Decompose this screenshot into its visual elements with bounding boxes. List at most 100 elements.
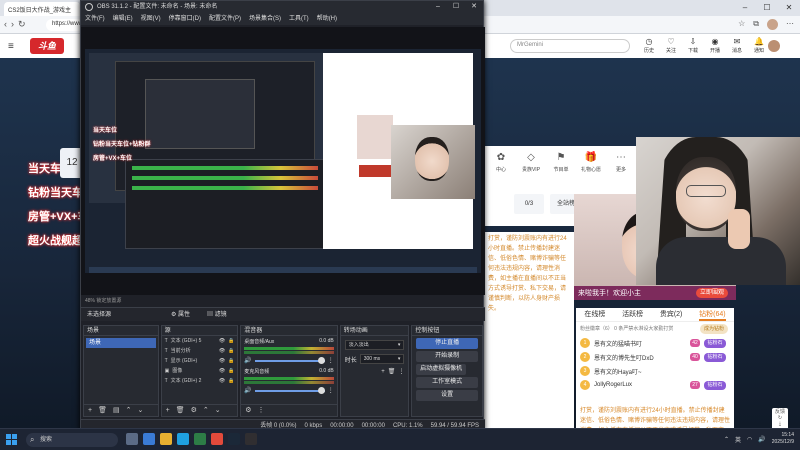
browser-tab[interactable]: CS2饭日大作战_游戏主 — [4, 2, 80, 16]
watch-button[interactable]: 立即围观 — [695, 288, 728, 298]
zoom-label: 48% 锁定放置源 — [85, 298, 122, 304]
feature-item[interactable]: ⋯ 更多 — [608, 152, 634, 173]
menu-help[interactable]: 帮助(H) — [317, 13, 337, 25]
volume-slider[interactable] — [254, 356, 325, 364]
minimize-icon[interactable]: – — [734, 0, 756, 16]
profile-avatar[interactable] — [767, 19, 778, 30]
tab-vip[interactable]: 贵宾(2) — [660, 308, 683, 321]
tab-active[interactable]: 活跃榜 — [622, 308, 643, 321]
rank-row[interactable]: 4 JollyRogerLux 27 钻粉石 — [576, 378, 734, 392]
steam-icon[interactable] — [228, 433, 240, 445]
source-item[interactable]: T 文本 (GDI+) 5 👁 🔒 — [162, 336, 238, 346]
more-icon[interactable]: ⋮ — [328, 387, 334, 394]
more-icon[interactable]: ⋮ — [398, 368, 404, 375]
task-view-icon[interactable] — [126, 433, 138, 445]
gear-icon[interactable]: ⚙ — [191, 405, 197, 416]
message-icon[interactable]: ✉ 消息 — [728, 37, 746, 54]
site-search-input[interactable]: MrGemini — [510, 39, 630, 53]
clock[interactable]: 15:14 2025/12/9 — [772, 432, 794, 446]
close-icon[interactable]: ✕ — [465, 1, 483, 13]
tray-chevron-icon[interactable]: ⌃ — [724, 436, 729, 443]
menu-view[interactable]: 视图(V) — [141, 13, 161, 25]
more-icon[interactable]: ⋮ — [258, 405, 265, 416]
rank-row[interactable]: 1 恩有文的猛喵书叮 42 钻粉石 — [576, 336, 734, 350]
tab-online[interactable]: 在线榜 — [584, 308, 605, 321]
obs-icon[interactable] — [245, 433, 257, 445]
properties-button[interactable]: ⚙ 属性 — [171, 310, 190, 320]
menu-icon[interactable]: ≡ — [8, 41, 14, 52]
store-icon[interactable] — [194, 433, 206, 445]
file-explorer-icon[interactable] — [160, 433, 172, 445]
feature-item[interactable]: 🎁 礼物心愿 — [578, 152, 604, 173]
speaker-icon[interactable]: 🔊 — [244, 387, 251, 394]
delete-icon[interactable]: 🗑 — [98, 405, 107, 416]
transition-select[interactable]: 淡入淡出 — [344, 340, 405, 350]
site-logo[interactable]: 斗鱼 — [30, 38, 64, 54]
wifi-icon[interactable]: ◠ — [747, 436, 752, 443]
edge-icon[interactable] — [177, 433, 189, 445]
feature-item[interactable]: ⚑ 节目单 — [548, 152, 574, 173]
stop-streaming-button[interactable]: 停止直播 — [416, 338, 478, 349]
ime-lang[interactable]: 英 — [735, 435, 741, 444]
maximize-icon[interactable]: ☐ — [756, 0, 778, 16]
menu-file[interactable]: 文件(F) — [85, 13, 105, 25]
menu-icon[interactable]: ⋯ — [786, 19, 794, 30]
filters-button[interactable]: ▤ 滤镜 — [207, 310, 227, 320]
text-icon: T — [164, 338, 168, 344]
taskbar-search[interactable]: 搜索 — [26, 433, 118, 447]
feature-counter[interactable]: 0/3 — [514, 194, 544, 214]
add-icon[interactable]: + — [88, 405, 92, 416]
down-icon[interactable]: ⌄ — [215, 405, 221, 416]
filter-icon[interactable]: ▤ — [113, 405, 120, 416]
menu-scene-collection[interactable]: 场景集合(S) — [249, 13, 281, 25]
settings-button[interactable]: 设置 — [416, 390, 478, 401]
studio-mode-button[interactable]: 工作室模式 — [416, 377, 478, 388]
follow-icon[interactable]: ♡ 关注 — [662, 37, 680, 54]
tab-fans[interactable]: 钻粉(64) — [699, 308, 726, 321]
menu-edit[interactable]: 编辑(E) — [113, 13, 133, 25]
bell-icon[interactable]: 🔔 通知 — [750, 37, 768, 54]
nav-arrows-icon[interactable]: ‹›↻ — [4, 19, 30, 30]
star-icon[interactable]: ☆ — [738, 19, 745, 30]
become-fan-button[interactable]: 成为钻粉 — [699, 324, 728, 334]
source-item[interactable]: T 当前分析 👁 🔒 — [162, 346, 238, 356]
broadcast-icon[interactable]: ◉ 开播 — [706, 37, 724, 54]
history-icon[interactable]: ◷ 历史 — [640, 37, 658, 54]
start-recording-button[interactable]: 开始录制 — [416, 351, 478, 362]
source-item[interactable]: T 文本 (GDI+) 2 👁 🔒 — [162, 376, 238, 386]
gear-icon[interactable]: ⚙ — [245, 405, 251, 416]
download-icon[interactable]: ⇩ 下载 — [684, 37, 702, 54]
source-item[interactable]: T 显示 (GDI+) 👁 🔒 — [162, 356, 238, 366]
more-icon[interactable]: ⋮ — [328, 357, 334, 364]
volume-icon[interactable]: 🔊 — [758, 436, 765, 443]
virtual-camera-button[interactable]: 启动虚拟摄像机 — [416, 364, 466, 375]
down-icon[interactable]: ⌄ — [137, 405, 143, 416]
add-icon[interactable]: + — [166, 405, 170, 416]
menu-docks[interactable]: 停靠窗口(D) — [169, 13, 201, 25]
extensions-icon[interactable]: ⧉ — [753, 19, 759, 30]
feature-item[interactable]: ◇ 贵族VIP — [518, 152, 544, 173]
menu-profile[interactable]: 配置文件(P) — [209, 13, 241, 25]
delete-icon[interactable]: 🗑 — [176, 405, 185, 416]
rank-row[interactable]: 2 恩有文的博先生叮DxD 40 钻粉石 — [576, 350, 734, 364]
feature-item[interactable]: ✿ 中心 — [488, 152, 514, 173]
obs-preview[interactable]: 当天车位 钻粉当天车位+钻粉群 房管+VX+车位 48% 锁定放置源 — [81, 27, 485, 304]
minimize-icon[interactable]: – — [429, 1, 447, 13]
chrome-icon[interactable] — [211, 433, 223, 445]
scene-item[interactable]: 场景 — [86, 338, 156, 348]
close-icon[interactable]: ✕ — [778, 0, 800, 16]
widgets-icon[interactable] — [143, 433, 155, 445]
source-item[interactable]: ▣ 图像 👁 🔒 — [162, 366, 238, 376]
speaker-icon[interactable]: 🔊 — [244, 357, 251, 364]
up-icon[interactable]: ⌃ — [203, 405, 209, 416]
add-icon[interactable]: + — [381, 369, 385, 375]
menu-tools[interactable]: 工具(T) — [289, 13, 309, 25]
windows-start-icon[interactable] — [6, 434, 17, 445]
rank-row[interactable]: 3 恩有文的Haya叮~ — [576, 364, 734, 378]
up-icon[interactable]: ⌃ — [126, 405, 132, 416]
maximize-icon[interactable]: ☐ — [447, 1, 465, 13]
delete-icon[interactable]: 🗑 — [388, 368, 396, 375]
volume-slider[interactable] — [254, 386, 325, 394]
user-avatar[interactable] — [768, 40, 780, 52]
duration-input[interactable]: 300 ms — [359, 354, 405, 364]
